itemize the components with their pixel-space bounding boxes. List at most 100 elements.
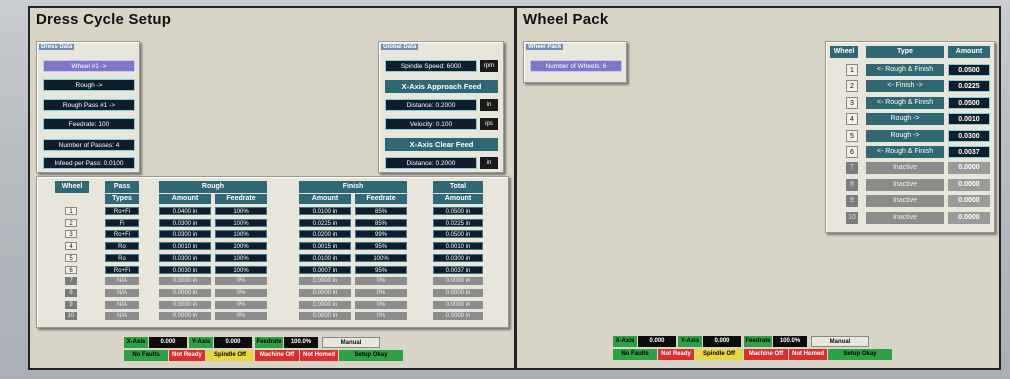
pass-type[interactable]: Ro+Fi (105, 265, 139, 274)
rough-amount[interactable]: 0.0300 in (159, 218, 211, 227)
clear-distance-field[interactable]: Distance: 0.2000 (385, 157, 477, 169)
pass-type[interactable]: Ro (105, 253, 139, 262)
status-bar: X-Axis 0.000 Y-Axis 0.000 Feedrate 100.0% Manu… (124, 337, 424, 363)
pass-number: 8 (65, 288, 77, 297)
wheel-amount[interactable]: 0.0300 (948, 129, 990, 142)
finish-amount[interactable]: 0.0000 in (299, 300, 351, 309)
wheel-type[interactable]: Inactive (866, 195, 944, 208)
rough-feedrate[interactable]: 100% (215, 218, 267, 227)
finish-amount[interactable]: 0.0015 in (299, 242, 351, 251)
wheel-number: 7 (846, 162, 858, 175)
rough-feedrate[interactable]: 0% (215, 288, 267, 297)
wheel-select-button[interactable]: Wheel #1 -> (43, 60, 135, 72)
rough-feedrate[interactable]: 0% (215, 312, 267, 321)
wheel-amount[interactable]: 0.0225 (948, 80, 990, 93)
rough-amount[interactable]: 0.0000 in (159, 288, 211, 297)
infeed-per-pass-field[interactable]: Infeed per Pass: 0.0100 (43, 157, 135, 169)
wheel-type[interactable]: <- Rough & Finish (866, 146, 944, 158)
pass-type[interactable]: Ro (105, 242, 139, 251)
rough-feedrate[interactable]: 100% (215, 207, 267, 215)
wheel-amount[interactable]: 0.0037 (948, 146, 990, 158)
pass-type[interactable]: N/A (105, 312, 139, 321)
finish-amount[interactable]: 0.0100 in (299, 207, 351, 215)
rough-pass-select-button[interactable]: Rough Pass #1 -> (43, 99, 135, 111)
pass-type[interactable]: N/A (105, 300, 139, 309)
not-ready-indicator: Not Ready (658, 349, 694, 360)
total-amount: 0.0010 in (433, 242, 483, 251)
wheel-type[interactable]: Inactive (866, 211, 944, 224)
col-total-amount-header: Amount (433, 194, 483, 204)
wheel-type[interactable]: Inactive (866, 178, 944, 191)
finish-feedrate[interactable]: 95% (355, 242, 407, 251)
rough-amount[interactable]: 0.0300 in (159, 253, 211, 262)
wheel-amount[interactable]: 0.0500 (948, 96, 990, 109)
wheel-amount[interactable]: 0.0000 (948, 195, 990, 208)
type-col-header: Type (866, 46, 944, 58)
pass-type[interactable]: Ro+Fi (105, 230, 139, 239)
rough-amount[interactable]: 0.0000 in (159, 300, 211, 309)
rough-amount[interactable]: 0.0030 in (159, 265, 211, 274)
pass-type[interactable]: N/A (105, 277, 139, 286)
pass-type[interactable]: N/A (105, 288, 139, 297)
rough-amount[interactable]: 0.0000 in (159, 312, 211, 321)
pass-number: 5 (65, 253, 77, 262)
rough-amount[interactable]: 0.0010 in (159, 242, 211, 251)
finish-feedrate[interactable]: 100% (355, 253, 407, 262)
wheel-type[interactable]: <- Rough & Finish (866, 96, 944, 109)
finish-feedrate[interactable]: 95% (355, 265, 407, 274)
rough-amount[interactable]: 0.0000 in (159, 277, 211, 286)
spindle-speed-field[interactable]: Spindle Speed: 6000 (385, 60, 477, 72)
finish-amount[interactable]: 0.0100 in (299, 253, 351, 262)
wheel-pack-label: Wheel Pack (526, 44, 564, 50)
setup-okay-indicator: Setup Okay (828, 349, 892, 360)
finish-amount[interactable]: 0.0200 in (299, 230, 351, 239)
finish-amount[interactable]: 0.0225 in (299, 218, 351, 227)
pass-number: 10 (65, 312, 77, 321)
rough-amount[interactable]: 0.0300 in (159, 230, 211, 239)
wheel-type[interactable]: <- Rough & Finish (866, 64, 944, 76)
spindle-off-indicator: Spindle Off (206, 350, 254, 361)
rough-feedrate[interactable]: 100% (215, 265, 267, 274)
rough-select-button[interactable]: Rough -> (43, 79, 135, 91)
rough-feedrate[interactable]: 100% (215, 242, 267, 251)
rough-feedrate[interactable]: 0% (215, 277, 267, 286)
feedrate-field[interactable]: Feedrate: 100 (43, 118, 135, 130)
finish-feedrate[interactable]: 0% (355, 288, 407, 297)
wheel-amount[interactable]: 0.0000 (948, 162, 990, 175)
wheel-amount[interactable]: 0.0000 (948, 178, 990, 191)
rough-feedrate[interactable]: 100% (215, 253, 267, 262)
rough-amount[interactable]: 0.0400 in (159, 207, 211, 215)
finish-feedrate[interactable]: 85% (355, 207, 407, 215)
dress-data-label: Dress Data (39, 44, 75, 50)
number-of-passes-field[interactable]: Number of Passes: 4 (43, 139, 135, 151)
pass-type[interactable]: Fi (105, 218, 139, 227)
finish-feedrate[interactable]: 85% (355, 218, 407, 227)
number-of-wheels-field[interactable]: Number of Wheels: 6 (530, 60, 622, 72)
wheel-number: 3 (846, 96, 858, 109)
finish-feedrate[interactable]: 99% (355, 230, 407, 239)
wheel-type[interactable]: Inactive (866, 162, 944, 175)
approach-velocity-field[interactable]: Velocity: 0.100 (385, 118, 477, 130)
rough-feedrate[interactable]: 100% (215, 230, 267, 239)
clear-distance-unit: in (480, 157, 498, 169)
wheel-type[interactable]: Rough -> (866, 113, 944, 126)
finish-amount[interactable]: 0.0000 in (299, 277, 351, 286)
pass-type[interactable]: Ro+Fi (105, 207, 139, 215)
manual-mode-button[interactable]: Manual (322, 337, 380, 348)
finish-feedrate[interactable]: 0% (355, 277, 407, 286)
wheel-amount[interactable]: 0.0000 (948, 211, 990, 224)
rough-feedrate[interactable]: 0% (215, 300, 267, 309)
finish-feedrate[interactable]: 0% (355, 300, 407, 309)
col-total-header: Total (433, 181, 483, 193)
finish-amount[interactable]: 0.0007 in (299, 265, 351, 274)
approach-velocity-unit: ips (480, 118, 498, 130)
wheel-type[interactable]: Rough -> (866, 129, 944, 142)
manual-mode-button[interactable]: Manual (811, 336, 869, 347)
approach-distance-field[interactable]: Distance: 0.2000 (385, 99, 477, 111)
finish-amount[interactable]: 0.0000 in (299, 312, 351, 321)
finish-amount[interactable]: 0.0000 in (299, 288, 351, 297)
wheel-type[interactable]: <- Finish -> (866, 80, 944, 93)
wheel-amount[interactable]: 0.0010 (948, 113, 990, 126)
wheel-amount[interactable]: 0.0500 (948, 64, 990, 76)
finish-feedrate[interactable]: 0% (355, 312, 407, 321)
